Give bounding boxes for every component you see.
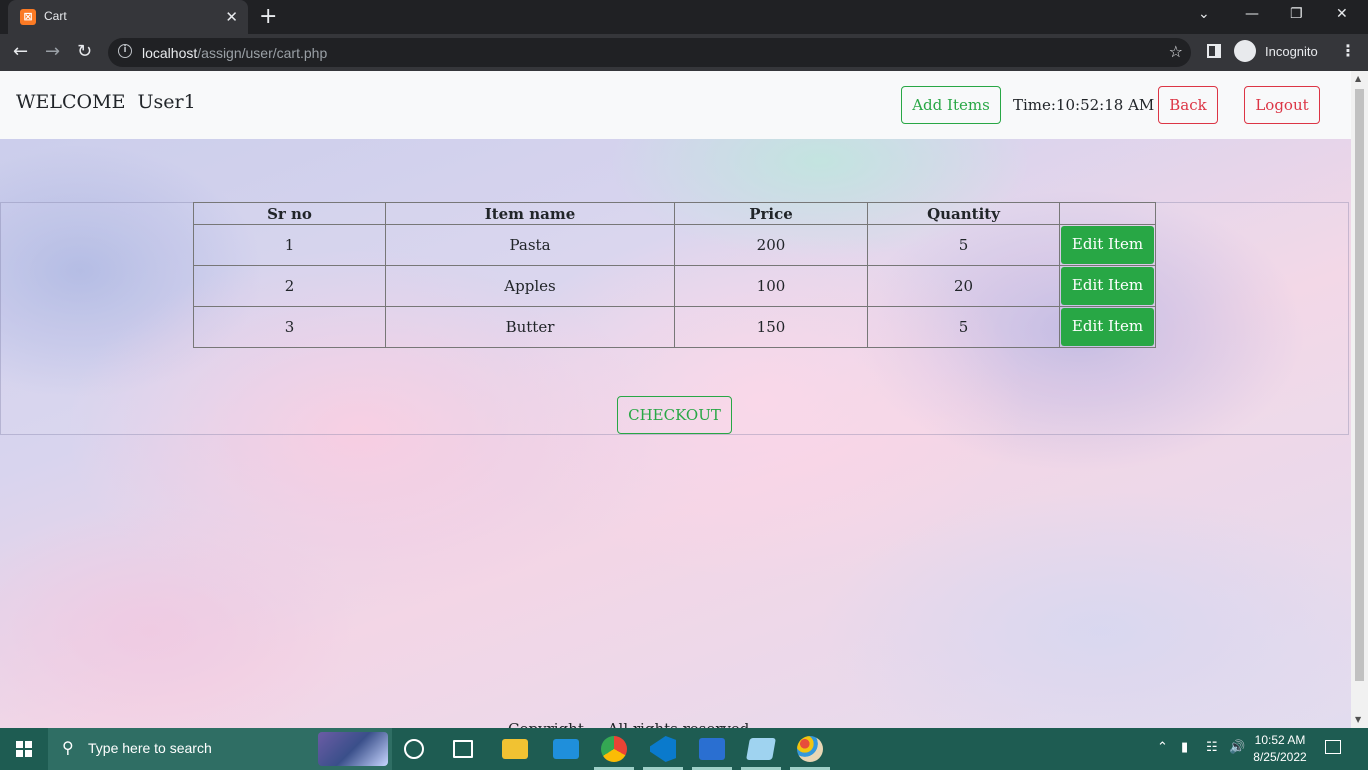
cell-price: 150 <box>674 306 868 348</box>
chrome-icon[interactable] <box>601 736 627 762</box>
scroll-down-icon[interactable]: ▼ <box>1355 715 1361 724</box>
checkout-button[interactable]: CHECKOUT <box>617 396 732 434</box>
powershell-icon[interactable] <box>699 738 725 760</box>
windows-start-icon[interactable] <box>16 741 32 757</box>
address-bar[interactable]: i localhost/assign/user/cart.php ☆ <box>108 38 1191 67</box>
xampp-icon: ⊠ <box>20 9 36 25</box>
back-arrow-icon[interactable]: ← <box>13 41 28 62</box>
cell-price: 100 <box>674 265 868 307</box>
cell-item-name: Pasta <box>385 224 675 266</box>
search-placeholder: Type here to search <box>88 740 212 756</box>
add-items-button[interactable]: Add Items <box>901 86 1001 124</box>
table-row: 2 Apples 100 20 Edit Item <box>193 265 1156 307</box>
cell-action: Edit Item <box>1059 306 1156 348</box>
tab-strip: ⊠ Cart ✕ + ⌄ — ❐ ✕ <box>0 0 1368 34</box>
page-scrollbar[interactable]: ▲ ▼ <box>1351 71 1368 728</box>
cell-price: 200 <box>674 224 868 266</box>
remote-desktop-icon[interactable] <box>553 739 579 759</box>
close-tab-icon[interactable]: ✕ <box>225 8 238 26</box>
cell-action: Edit Item <box>1059 224 1156 266</box>
battery-icon[interactable]: ▮ <box>1181 740 1188 755</box>
taskbar-search[interactable]: ⚲ Type here to search <box>48 728 392 770</box>
incognito-label: Incognito <box>1265 44 1318 59</box>
header-price: Price <box>674 202 868 225</box>
paint-icon[interactable] <box>797 736 823 762</box>
cell-sr-no: 3 <box>193 306 386 348</box>
task-view-icon[interactable] <box>453 740 473 758</box>
tab-cart[interactable]: ⊠ Cart ✕ <box>8 0 248 34</box>
tab-title: Cart <box>44 9 67 23</box>
new-tab-icon[interactable]: + <box>259 4 277 29</box>
cart-table: Sr no Item name Price Quantity 1 Pasta 2… <box>193 202 1156 348</box>
cell-action: Edit Item <box>1059 265 1156 307</box>
header-action <box>1059 202 1156 225</box>
search-highlight-image <box>318 732 388 766</box>
cell-item-name: Apples <box>385 265 675 307</box>
bookmark-star-icon[interactable]: ☆ <box>1169 42 1183 61</box>
table-row: 1 Pasta 200 5 Edit Item <box>193 224 1156 266</box>
edit-item-button[interactable]: Edit Item <box>1061 308 1154 346</box>
clock-date: 8/25/2022 <box>1253 750 1307 764</box>
page-viewport: WELCOME User1 Add Items Time:10:52:18 AM… <box>0 71 1351 728</box>
url-text[interactable]: localhost/assign/user/cart.php <box>142 45 327 61</box>
vscode-icon[interactable] <box>650 736 676 762</box>
footer-text: Copyright ... All rights reserved <box>508 720 749 728</box>
reload-icon[interactable]: ↻ <box>77 41 92 62</box>
wifi-icon[interactable]: ☷ <box>1206 740 1218 755</box>
show-hidden-icons[interactable]: ⌃ <box>1157 740 1168 755</box>
page-navbar: WELCOME User1 Add Items Time:10:52:18 AM… <box>0 71 1351 139</box>
table-header-row: Sr no Item name Price Quantity <box>193 202 1156 225</box>
notification-icon[interactable] <box>1325 740 1341 754</box>
current-time: Time:10:52:18 AM <box>1013 96 1155 114</box>
clock-time: 10:52 AM <box>1254 733 1306 747</box>
volume-icon[interactable]: 🔊 <box>1229 740 1245 755</box>
cell-quantity: 5 <box>867 306 1060 348</box>
edit-item-button[interactable]: Edit Item <box>1061 226 1154 264</box>
site-info-icon[interactable]: i <box>118 44 132 58</box>
forward-arrow-icon[interactable]: → <box>45 41 60 62</box>
close-window-icon[interactable]: ✕ <box>1336 6 1348 22</box>
cell-sr-no: 1 <box>193 224 386 266</box>
header-sr-no: Sr no <box>193 202 386 225</box>
cell-quantity: 20 <box>867 265 1060 307</box>
browser-toolbar: ← → ↻ i localhost/assign/user/cart.php ☆ <box>0 34 1368 71</box>
file-explorer-icon[interactable] <box>502 739 528 759</box>
taskbar-clock[interactable]: 10:52 AM 8/25/2022 <box>1252 732 1308 766</box>
back-button[interactable]: Back <box>1158 86 1218 124</box>
cell-sr-no: 2 <box>193 265 386 307</box>
windows-taskbar: ⚲ Type here to search ⌃ ▮ ☷ 🔊 10:52 AM 8… <box>0 728 1368 770</box>
logout-button[interactable]: Logout <box>1244 86 1320 124</box>
search-icon: ⚲ <box>62 738 74 757</box>
header-item-name: Item name <box>385 202 675 225</box>
incognito-icon <box>1234 40 1256 62</box>
notepad-icon[interactable] <box>746 738 776 760</box>
scrollbar-thumb[interactable] <box>1355 89 1364 681</box>
edit-item-button[interactable]: Edit Item <box>1061 267 1154 305</box>
welcome-text: WELCOME User1 <box>16 91 196 113</box>
side-panel-icon[interactable] <box>1207 44 1221 58</box>
cell-quantity: 5 <box>867 224 1060 266</box>
tab-search-icon[interactable]: ⌄ <box>1198 6 1210 22</box>
cell-item-name: Butter <box>385 306 675 348</box>
table-row: 3 Butter 150 5 Edit Item <box>193 306 1156 348</box>
cortana-icon[interactable] <box>404 739 424 759</box>
header-quantity: Quantity <box>867 202 1060 225</box>
chrome-menu-icon[interactable]: ⋮ <box>1340 41 1356 60</box>
minimize-icon[interactable]: — <box>1245 6 1259 22</box>
scroll-up-icon[interactable]: ▲ <box>1355 74 1361 83</box>
restore-icon[interactable]: ❐ <box>1290 6 1303 22</box>
